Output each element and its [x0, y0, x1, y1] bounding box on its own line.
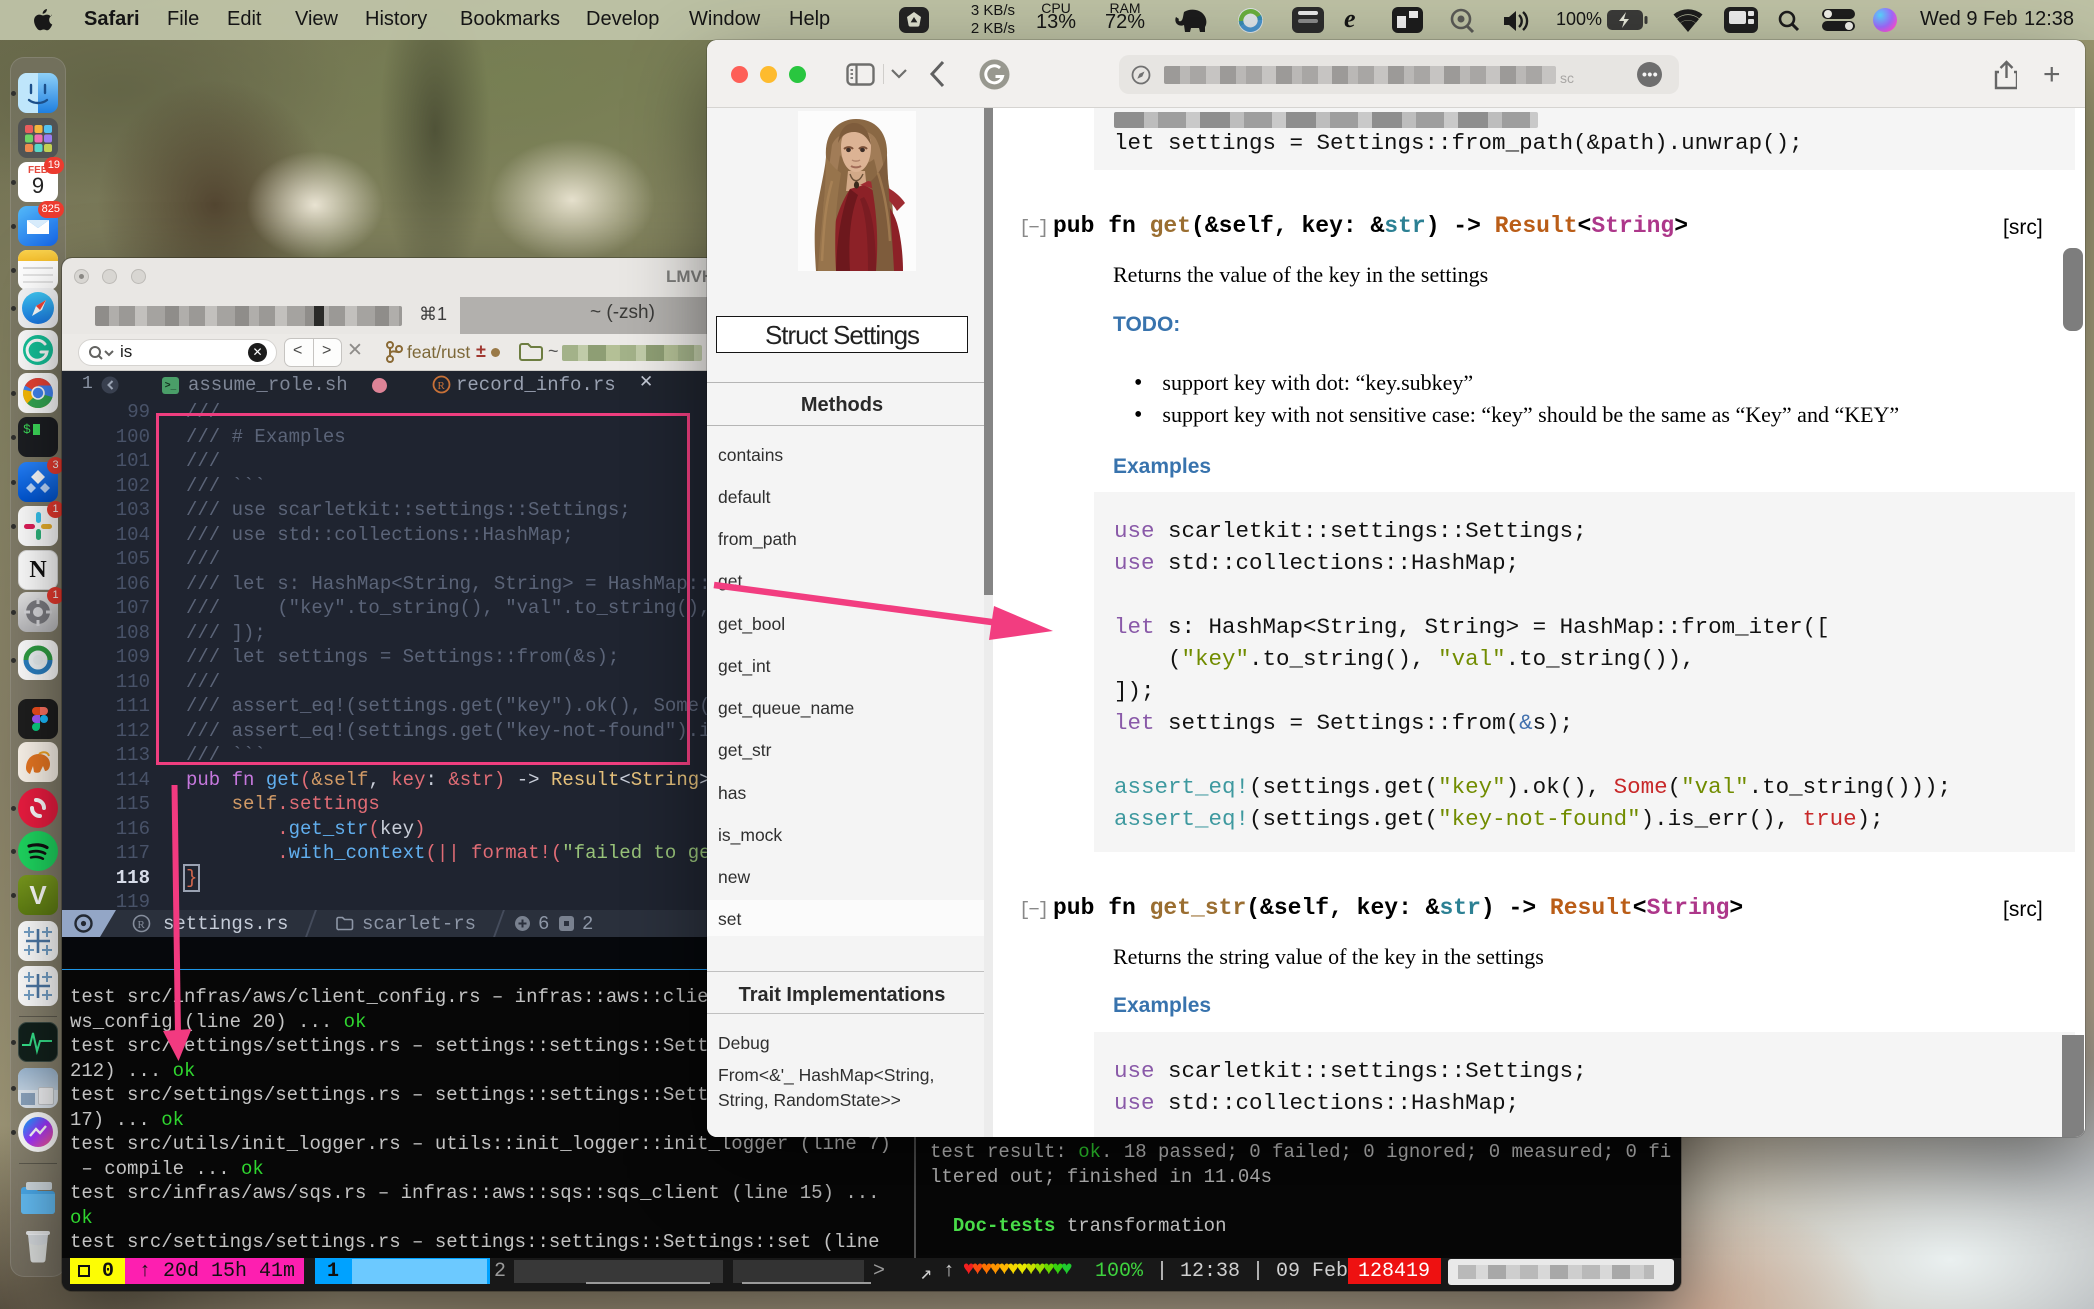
svg-text:R: R [438, 380, 446, 392]
svg-text:R: R [138, 919, 146, 931]
